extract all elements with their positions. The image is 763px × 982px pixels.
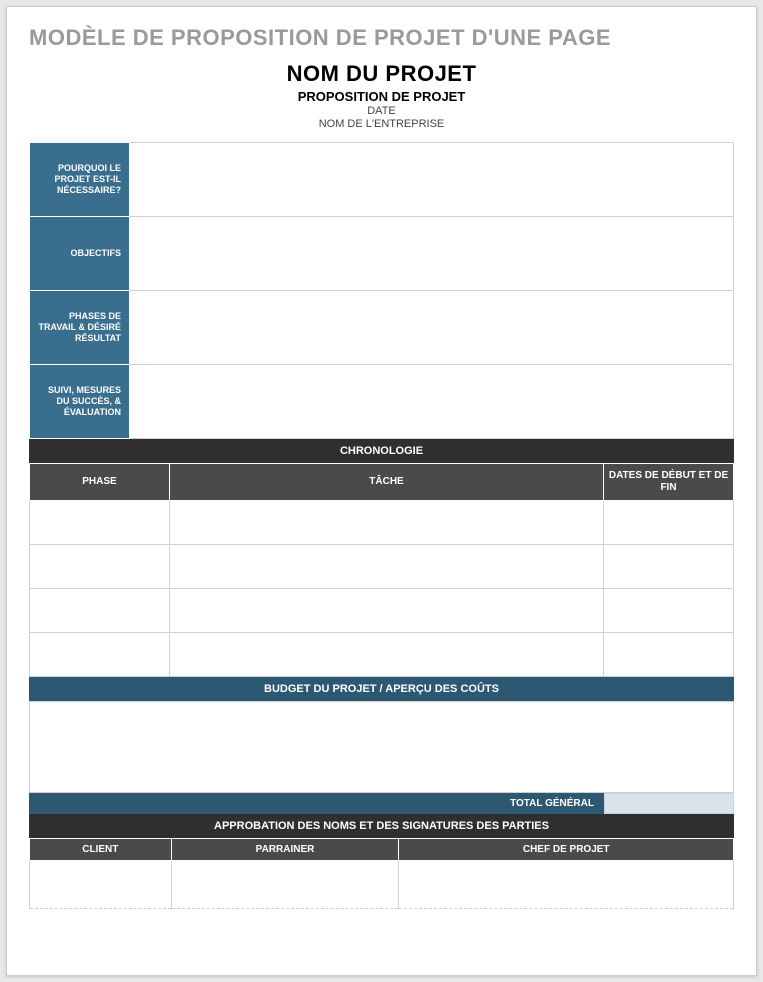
table-row	[30, 589, 734, 633]
field-monitoring[interactable]	[130, 365, 734, 439]
cell-client[interactable]	[30, 861, 172, 909]
approval-title: APPROBATION DES NOMS ET DES SIGNATURES D…	[29, 814, 734, 838]
cell-task[interactable]	[170, 545, 604, 589]
col-task: TÂCHE	[170, 464, 604, 501]
table-row	[30, 861, 734, 909]
field-why[interactable]	[130, 143, 734, 217]
budget-title: BUDGET DU PROJET / APERÇU DES COÛTS	[29, 677, 734, 701]
cell-task[interactable]	[170, 633, 604, 677]
cell-phase[interactable]	[30, 501, 170, 545]
cell-dates[interactable]	[604, 501, 734, 545]
table-row	[30, 633, 734, 677]
cell-task[interactable]	[170, 589, 604, 633]
cell-dates[interactable]	[604, 633, 734, 677]
approval-table: CLIENT PARRAINER CHEF DE PROJET	[29, 838, 734, 909]
table-row	[30, 545, 734, 589]
project-subtitle: PROPOSITION DE PROJET	[29, 89, 734, 104]
header-block: NOM DU PROJET PROPOSITION DE PROJET DATE…	[29, 61, 734, 130]
field-phases[interactable]	[130, 291, 734, 365]
cell-manager[interactable]	[399, 861, 734, 909]
col-dates: DATES DE DÉBUT ET DE FIN	[604, 464, 734, 501]
cell-phase[interactable]	[30, 545, 170, 589]
cell-sponsor[interactable]	[171, 861, 399, 909]
cell-dates[interactable]	[604, 589, 734, 633]
cell-task[interactable]	[170, 501, 604, 545]
table-row	[30, 501, 734, 545]
col-sponsor: PARRAINER	[171, 839, 399, 861]
timeline-title: CHRONOLOGIE	[29, 439, 734, 463]
budget-field[interactable]	[29, 701, 734, 793]
col-phase: PHASE	[30, 464, 170, 501]
cell-phase[interactable]	[30, 633, 170, 677]
label-monitoring: SUIVI, MESURES DU SUCCÈS, & ÉVALUATION	[30, 365, 130, 439]
label-why: POURQUOI LE PROJET EST-IL NÉCESSAIRE?	[30, 143, 130, 217]
project-date: DATE	[29, 105, 734, 117]
total-label: TOTAL GÉNÉRAL	[29, 793, 604, 814]
col-client: CLIENT	[30, 839, 172, 861]
cell-phase[interactable]	[30, 589, 170, 633]
info-grid: POURQUOI LE PROJET EST-IL NÉCESSAIRE? OB…	[29, 142, 734, 439]
col-manager: CHEF DE PROJET	[399, 839, 734, 861]
total-row: TOTAL GÉNÉRAL	[29, 793, 734, 814]
total-value[interactable]	[604, 793, 734, 814]
timeline-table: PHASE TÂCHE DATES DE DÉBUT ET DE FIN	[29, 463, 734, 677]
project-company: NOM DE L'ENTREPRISE	[29, 118, 734, 130]
cell-dates[interactable]	[604, 545, 734, 589]
label-phases: PHASES DE TRAVAIL & DÉSIRÉ RÉSULTAT	[30, 291, 130, 365]
document-page: MODÈLE DE PROPOSITION DE PROJET D'UNE PA…	[6, 6, 757, 976]
field-objectives[interactable]	[130, 217, 734, 291]
project-name: NOM DU PROJET	[29, 61, 734, 87]
template-title: MODÈLE DE PROPOSITION DE PROJET D'UNE PA…	[29, 25, 734, 51]
label-objectives: OBJECTIFS	[30, 217, 130, 291]
